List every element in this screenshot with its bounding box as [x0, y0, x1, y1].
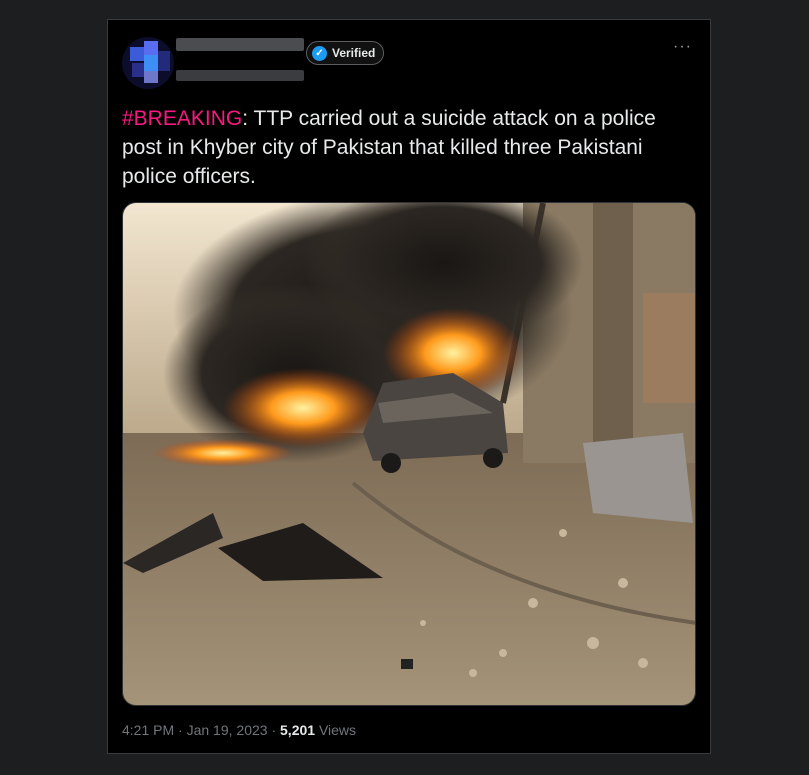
views-count: 5,201: [280, 722, 316, 738]
handle-blurred[interactable]: [176, 70, 304, 81]
meta-separator: ·: [174, 722, 187, 738]
more-options-icon[interactable]: ···: [673, 38, 692, 56]
verified-label: Verified: [332, 46, 376, 60]
tweet-meta: 4:21 PM · Jan 19, 2023 · 5,201 Views: [122, 722, 356, 738]
tweet-image[interactable]: [122, 202, 696, 706]
hashtag-link[interactable]: #BREAKING: [122, 107, 242, 130]
verified-badge[interactable]: ✓ Verified: [306, 41, 385, 65]
verified-check-icon: ✓: [312, 45, 327, 61]
tweet-card: ✓ Verified ··· #BREAKING: TTP carried ou…: [107, 19, 711, 754]
views-label: Views: [315, 722, 357, 738]
explosion-scene-image: [123, 203, 695, 705]
tweet-date[interactable]: Jan 19, 2023: [187, 722, 268, 738]
meta-separator: ·: [267, 722, 281, 738]
avatar[interactable]: [122, 37, 174, 89]
display-name-blurred[interactable]: [176, 38, 304, 51]
tweet-text: #BREAKING: TTP carried out a suicide att…: [122, 104, 682, 191]
tweet-time[interactable]: 4:21 PM: [122, 722, 174, 738]
